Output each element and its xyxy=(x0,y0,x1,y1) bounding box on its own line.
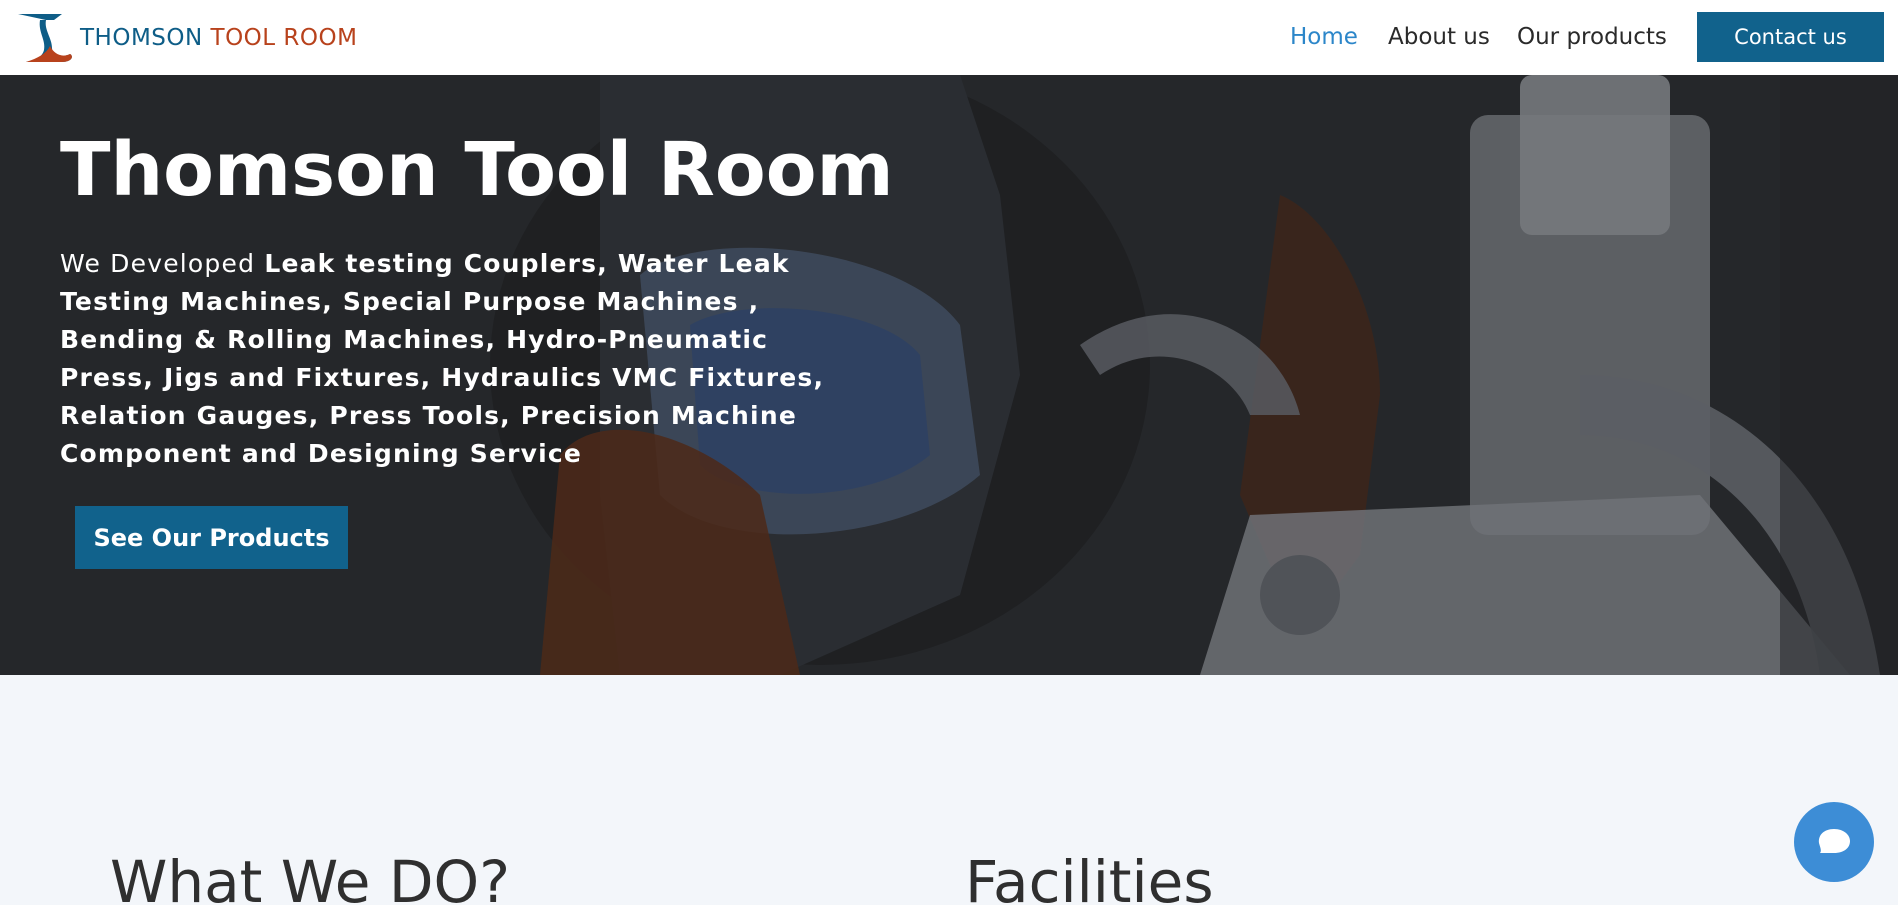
nav-products-link[interactable]: Our products xyxy=(1517,24,1667,50)
hero-banner: Thomson Tool Room We Developed Leak test… xyxy=(0,75,1898,675)
site-header: THOMSON TOOL ROOM Home About us Our prod… xyxy=(0,0,1898,75)
logo-mark-icon xyxy=(18,14,72,62)
brand-logo[interactable]: THOMSON TOOL ROOM xyxy=(16,10,357,65)
see-products-button[interactable]: See Our Products xyxy=(75,506,348,569)
nav-home-link[interactable]: Home xyxy=(1290,24,1358,50)
brand-name-part1: THOMSON xyxy=(80,24,203,51)
hero-description-services: Leak testing Couplers, Water Leak Testin… xyxy=(60,249,825,468)
chat-bubble-icon xyxy=(1818,829,1850,853)
brand-name-part2: TOOL ROOM xyxy=(210,24,358,51)
nav-about-link[interactable]: About us xyxy=(1388,24,1490,50)
what-we-do-heading: What We DO? xyxy=(110,848,510,905)
hero-title: Thomson Tool Room xyxy=(60,127,894,213)
hero-description-intro: We Developed xyxy=(60,249,256,278)
brand-name: THOMSON TOOL ROOM xyxy=(80,25,357,51)
hero-description: We Developed Leak testing Couplers, Wate… xyxy=(60,245,860,473)
contact-us-button[interactable]: Contact us xyxy=(1697,12,1884,62)
facilities-heading: Facilities xyxy=(965,848,1214,905)
chat-widget-button[interactable] xyxy=(1794,802,1874,882)
